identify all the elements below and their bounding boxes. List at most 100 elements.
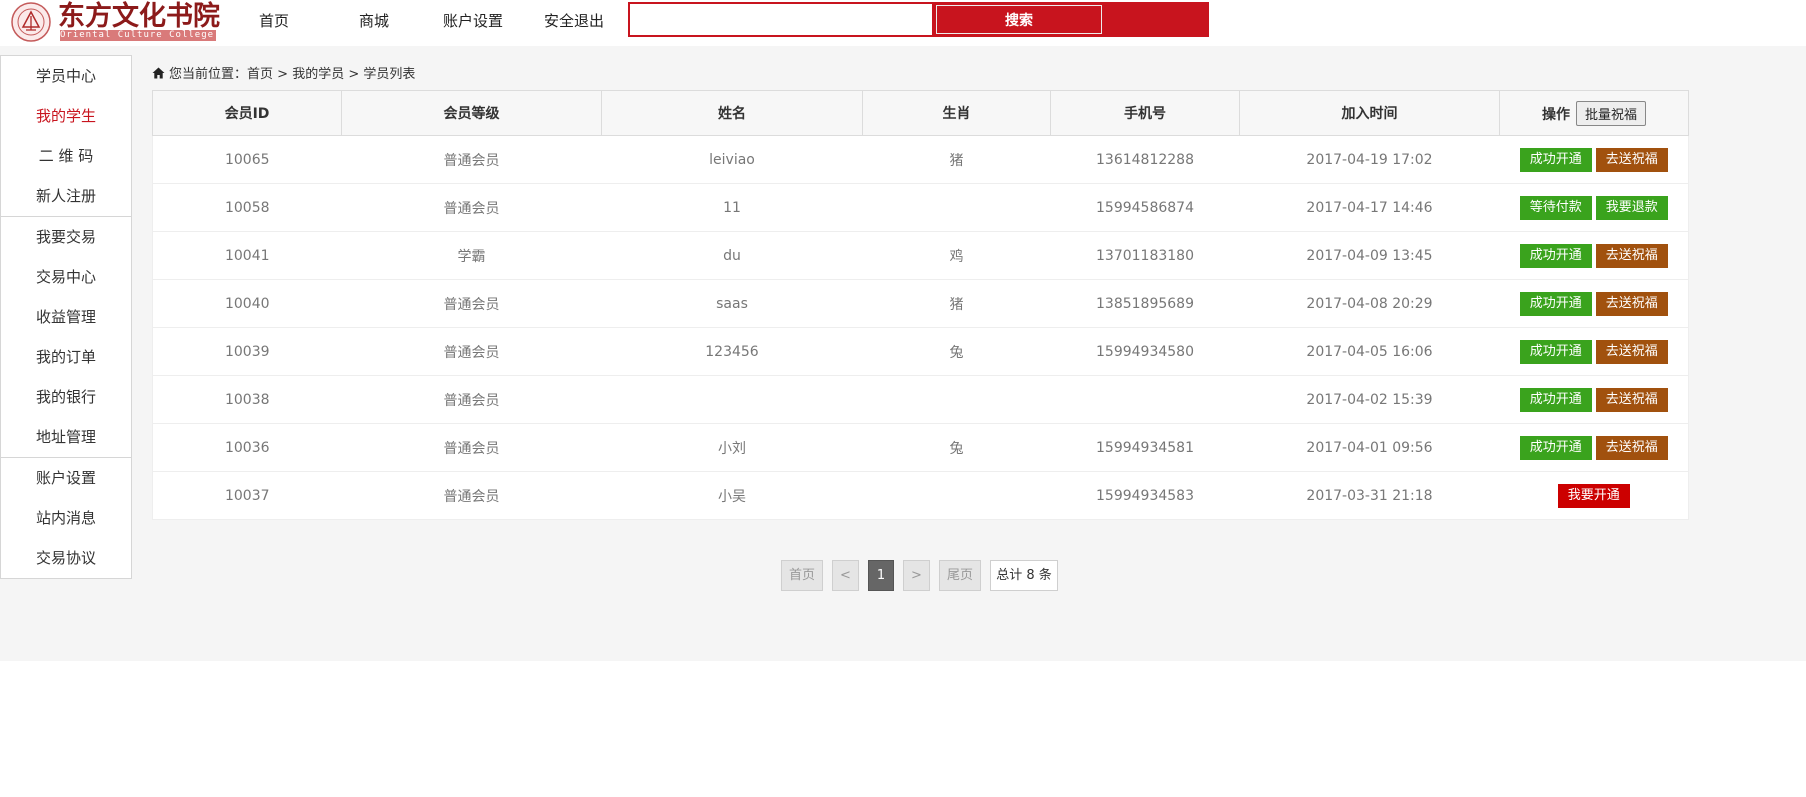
brand-name: 东方文化书院 (58, 1, 220, 32)
cell-member-id: 10041 (152, 231, 342, 280)
column-header-zodiac: 生肖 (862, 90, 1051, 136)
column-header-actions: 操作 批量祝福 (1499, 90, 1689, 136)
sidebar-menu: 学员中心 我的学生二 维 码新人注册 我要交易 交易中心 收益管理 我的订单 我的银行 地址管… (0, 55, 132, 579)
cell-zodiac (862, 183, 1051, 232)
actions-header-label: 操作 (1541, 106, 1570, 123)
activated-button[interactable]: 成功开通 (1519, 147, 1592, 172)
cell-name (601, 375, 863, 424)
cell-member-id: 10065 (152, 135, 342, 184)
sidebar-item-my-orders[interactable]: 我的订单 (1, 337, 131, 377)
cell-join-time: 2017-04-05 16:06 (1239, 327, 1500, 376)
table-row: 10039 普通会员 123456 兔 15994934580 2017-04-05 16… (152, 327, 1689, 376)
cell-name: 小吴 (601, 471, 863, 520)
cell-join-time: 2017-04-01 09:56 (1239, 423, 1500, 472)
cell-actions: 等待付款 我要退款 (1499, 183, 1689, 232)
column-header-phone: 手机号 (1050, 90, 1240, 136)
cell-actions: 成功开通 去送祝福 (1499, 231, 1689, 280)
sidebar-item-qr-code[interactable]: 二 维 码 (1, 136, 131, 176)
sidebar-item-trade-agreement[interactable]: 交易协议 (1, 538, 131, 578)
sidebar-item-my-bank[interactable]: 我的银行 (1, 377, 131, 417)
sidebar-item-new-registration[interactable]: 新人注册 (1, 176, 131, 216)
cell-join-time: 2017-04-09 13:45 (1239, 231, 1500, 280)
table-row: 10037 普通会员 小吴 15994934583 2017-03-31 21:18 我要… (152, 471, 1689, 520)
sidebar-item-my-students[interactable]: 我的学生 (1, 96, 131, 136)
site-logo[interactable]: 东方文化书院 Oriental Culture College (8, 0, 220, 44)
cell-phone: 15994934583 (1050, 471, 1240, 520)
sidebar-item-earnings-management[interactable]: 收益管理 (1, 297, 131, 337)
top-header: 东方文化书院 Oriental Culture College 首页 商城 账户… (0, 0, 1806, 46)
breadcrumb-home[interactable]: 首页 (247, 67, 273, 82)
send-blessing-button[interactable]: 去送祝福 (1595, 387, 1668, 412)
page-next-button[interactable]: > (903, 560, 930, 591)
sidebar-item-trading-center[interactable]: 交易中心 (1, 257, 131, 297)
send-blessing-button[interactable]: 去送祝福 (1595, 291, 1668, 316)
nav-account-settings[interactable]: 账户设置 (443, 10, 503, 31)
cell-actions: 成功开通 去送祝福 (1499, 423, 1689, 472)
cell-join-time: 2017-03-31 21:18 (1239, 471, 1500, 520)
sidebar-group: 账户设置 站内消息 交易协议 (1, 458, 131, 578)
nav-logout[interactable]: 安全退出 (544, 10, 604, 31)
breadcrumb-prefix: 您当前位置： (169, 67, 248, 82)
breadcrumb-my-students[interactable]: 我的学员 (292, 67, 344, 82)
sidebar-item-site-messages[interactable]: 站内消息 (1, 498, 131, 538)
cell-member-id: 10037 (152, 471, 342, 520)
cell-name: leiviao (601, 135, 863, 184)
cell-member-level: 普通会员 (341, 183, 602, 232)
sidebar-group: 我要交易 交易中心 收益管理 我的订单 我的银行 地址管理 (1, 217, 131, 458)
cell-zodiac: 鸡 (862, 231, 1051, 280)
activated-button[interactable]: 成功开通 (1519, 291, 1592, 316)
activate-button[interactable]: 我要开通 (1557, 483, 1630, 508)
page-first-button[interactable]: 首页 (781, 560, 823, 591)
column-header-member-level: 会员等级 (341, 90, 602, 136)
cell-name: 小刘 (601, 423, 863, 472)
search-bar: 搜索 (628, 2, 1209, 37)
cell-actions: 成功开通 去送祝福 (1499, 327, 1689, 376)
cell-phone: 15994934580 (1050, 327, 1240, 376)
batch-bless-button[interactable]: 批量祝福 (1575, 100, 1646, 126)
request-refund-button[interactable]: 我要退款 (1595, 195, 1668, 220)
activated-button[interactable]: 成功开通 (1519, 435, 1592, 460)
cell-actions: 我要开通 (1499, 471, 1689, 520)
search-button[interactable]: 搜索 (936, 5, 1102, 34)
cell-member-level: 普通会员 (341, 423, 602, 472)
cell-join-time: 2017-04-08 20:29 (1239, 279, 1500, 328)
activated-button[interactable]: 成功开通 (1519, 339, 1592, 364)
table-row: 10058 普通会员 11 15994586874 2017-04-17 14:46 等待… (152, 183, 1689, 232)
cell-zodiac: 兔 (862, 423, 1051, 472)
page-current-button[interactable]: 1 (868, 560, 894, 591)
awaiting-payment-button[interactable]: 等待付款 (1519, 195, 1592, 220)
send-blessing-button[interactable]: 去送祝福 (1595, 147, 1668, 172)
nav-mall[interactable]: 商城 (359, 10, 389, 31)
page-last-button[interactable]: 尾页 (939, 560, 981, 591)
page-prev-button[interactable]: < (832, 560, 859, 591)
cell-actions: 成功开通 去送祝福 (1499, 135, 1689, 184)
search-input[interactable] (630, 4, 932, 35)
cell-zodiac (862, 375, 1051, 424)
sidebar-item-address-management[interactable]: 地址管理 (1, 417, 131, 457)
breadcrumb-current: 学员列表 (363, 67, 416, 82)
send-blessing-button[interactable]: 去送祝福 (1595, 435, 1668, 460)
send-blessing-button[interactable]: 去送祝福 (1595, 339, 1668, 364)
table-header-row: 会员ID 会员等级 姓名 生肖 手机号 加入时间 操作 批量祝福 (152, 90, 1689, 136)
breadcrumb-separator: > (273, 67, 293, 82)
cell-phone: 15994586874 (1050, 183, 1240, 232)
cell-member-level: 普通会员 (341, 135, 602, 184)
column-header-name: 姓名 (601, 90, 863, 136)
sidebar-item-student-center[interactable]: 学员中心 (1, 56, 131, 96)
cell-member-id: 10036 (152, 423, 342, 472)
breadcrumb-separator: > (344, 67, 364, 82)
cell-phone: 13851895689 (1050, 279, 1240, 328)
activated-button[interactable]: 成功开通 (1519, 387, 1592, 412)
sidebar-item-account-settings[interactable]: 账户设置 (1, 458, 131, 498)
nav-home[interactable]: 首页 (259, 10, 289, 31)
brand-name-english: Oriental Culture College (60, 30, 216, 41)
activated-button[interactable]: 成功开通 (1519, 243, 1592, 268)
cell-actions: 成功开通 去送祝福 (1499, 375, 1689, 424)
table-row: 10038 普通会员 2017-04-02 15:39 成功开通 去送祝福 (152, 375, 1689, 424)
sidebar-item-trade[interactable]: 我要交易 (1, 217, 131, 257)
cell-member-id: 10040 (152, 279, 342, 328)
cell-member-level: 普通会员 (341, 375, 602, 424)
send-blessing-button[interactable]: 去送祝福 (1595, 243, 1668, 268)
cell-member-level: 普通会员 (341, 279, 602, 328)
cell-join-time: 2017-04-02 15:39 (1239, 375, 1500, 424)
